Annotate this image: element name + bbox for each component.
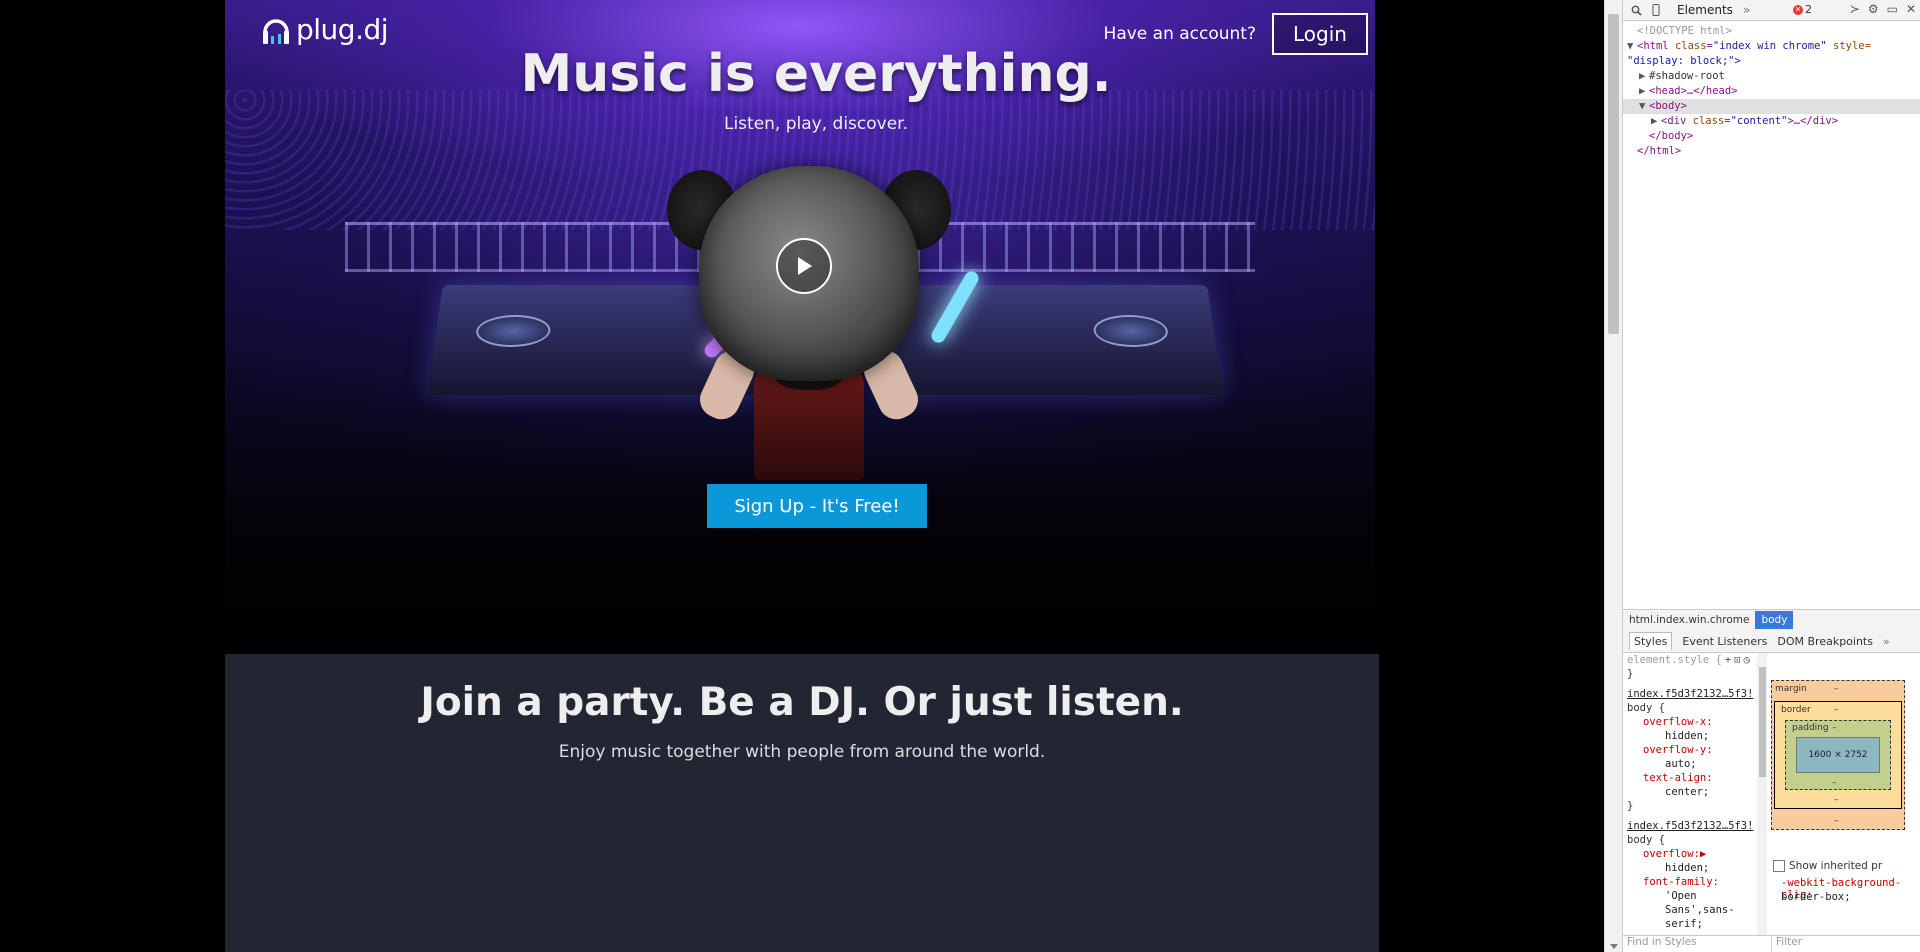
play-video-button[interactable] <box>776 238 832 294</box>
page-scroll-thumb[interactable] <box>1608 14 1619 334</box>
dock-side-icon[interactable]: ▭ <box>1887 2 1898 16</box>
dom-node-body[interactable]: ▼ <body> <box>1623 99 1920 114</box>
devtools-footer: Find in Styles Filter <box>1623 935 1920 952</box>
filter-input[interactable]: Filter <box>1772 936 1802 952</box>
computed-value: border-box; <box>1781 891 1851 903</box>
hero-subtitle: Listen, play, discover. <box>723 114 909 134</box>
css-value-continued: Sans',sans- <box>1665 904 1735 916</box>
css-property[interactable]: overflow-y: <box>1627 743 1761 757</box>
element-style-selector: element.style { <box>1627 654 1722 666</box>
rule-selector: body { <box>1627 834 1665 846</box>
rule-close: } <box>1627 668 1634 680</box>
error-icon: ✕ <box>1793 4 1803 15</box>
expand-triangle-icon[interactable]: ▼ <box>1627 39 1637 54</box>
css-value[interactable]: 'Open <box>1627 889 1761 903</box>
styles-pane[interactable]: element.style { + ⊡ ◷ } index.f5d3f2132…… <box>1623 653 1762 937</box>
show-inherited-toggle[interactable]: Show inherited pr <box>1773 860 1882 872</box>
devtools-panel: Elements » ✕ 2 ≻ ⚙ ▭ ✕ <!DOCTYPE html> ▼… <box>1622 0 1920 952</box>
features-section: Join a party. Be a DJ. Or just listen. E… <box>225 654 1379 952</box>
settings-gear-icon[interactable]: ⚙ <box>1868 2 1879 16</box>
console-drawer-icon[interactable]: ≻ <box>1850 2 1860 16</box>
border-label: border <box>1781 705 1811 715</box>
css-property[interactable]: overflow-x: <box>1627 715 1761 729</box>
content-size: 1600 × 2752 <box>1808 750 1868 760</box>
rule1-props: overflow-x: hidden; overflow-y: auto; te… <box>1627 715 1761 799</box>
avatar-character <box>659 160 959 480</box>
stylesheet-link[interactable]: index.f5d3f2132…5f3! <box>1627 687 1761 701</box>
page-viewport: plug.dj Have an account? Login Music is … <box>0 0 1600 952</box>
css-value-continued: serif; <box>1665 918 1703 930</box>
error-counter[interactable]: ✕ 2 <box>1793 3 1812 16</box>
box-model-border: border – – padding – – 1600 × 2752 <box>1774 701 1902 809</box>
dom-node-div-content[interactable]: ▶ <div class="content">…</div> <box>1623 114 1920 129</box>
show-inherited-checkbox[interactable] <box>1773 860 1785 872</box>
dom-node-html-style[interactable]: "display: block;"> <box>1623 54 1920 69</box>
breadcrumb-html[interactable]: html.index.win.chrome <box>1623 614 1755 626</box>
play-icon <box>798 257 812 275</box>
headphones-logo-icon <box>262 12 290 46</box>
new-style-rule-icon[interactable]: + <box>1725 653 1731 667</box>
dom-tree[interactable]: <!DOCTYPE html> ▼ <html class="index win … <box>1623 24 1920 604</box>
find-in-styles-input[interactable]: Find in Styles <box>1623 936 1772 952</box>
sidebar-tabs: Styles Event Listeners DOM Breakpoints » <box>1623 630 1920 653</box>
breadcrumb: html.index.win.chrome body <box>1623 609 1920 630</box>
tab-styles[interactable]: Styles <box>1629 632 1673 650</box>
rule-close: } <box>1627 800 1634 812</box>
css-value[interactable]: hidden; <box>1627 729 1761 743</box>
css-property[interactable]: text-align: <box>1627 771 1761 785</box>
box-model-content: 1600 × 2752 <box>1796 737 1880 773</box>
scroll-down-arrow-icon[interactable] <box>1610 944 1618 949</box>
turntable-platter <box>1091 315 1170 347</box>
collapsed-triangle-icon[interactable]: ▶ <box>1651 114 1661 129</box>
dom-node-html[interactable]: ▼ <html class="index win chrome" style= <box>1623 39 1920 54</box>
css-property[interactable]: font-family: <box>1627 875 1761 889</box>
styles-scroll-thumb[interactable] <box>1759 667 1766 777</box>
show-inherited-label: Show inherited pr <box>1789 860 1883 872</box>
search-icon[interactable] <box>1629 3 1643 17</box>
dom-node-doctype[interactable]: <!DOCTYPE html> <box>1623 24 1920 39</box>
dom-node-shadow-root[interactable]: ▶ #shadow-root <box>1623 69 1920 84</box>
padding-label: padding <box>1792 723 1829 733</box>
toolbar-right-icons: ≻ ⚙ ▭ ✕ <box>1850 2 1916 16</box>
account-prompt: Have an account? <box>1103 24 1256 44</box>
dom-node-body-close[interactable]: </body> <box>1623 129 1920 144</box>
features-title: Join a party. Be a DJ. Or just listen. <box>420 680 1184 725</box>
tab-elements[interactable]: Elements <box>1677 3 1733 17</box>
device-mode-icon[interactable] <box>1649 3 1663 17</box>
collapsed-triangle-icon[interactable]: ▶ <box>1639 84 1649 99</box>
expand-triangle-icon[interactable]: ▼ <box>1639 99 1649 114</box>
turntable-platter <box>474 315 553 347</box>
dom-node-head[interactable]: ▶ <head>…</head> <box>1623 84 1920 99</box>
css-value[interactable]: auto; <box>1627 757 1761 771</box>
tab-event-listeners[interactable]: Event Listeners <box>1682 635 1767 648</box>
collapsed-triangle-icon[interactable]: ▶ <box>1639 69 1649 84</box>
page-scrollbar[interactable] <box>1604 0 1622 952</box>
animations-icon[interactable]: ◷ <box>1743 653 1749 667</box>
dom-node-html-close[interactable]: </html> <box>1623 144 1920 159</box>
box-model-padding: padding – – 1600 × 2752 <box>1785 720 1891 790</box>
stylesheet-link[interactable]: index.f5d3f2132…5f3! <box>1627 819 1761 833</box>
features-subtitle: Enjoy music together with people from ar… <box>558 742 1046 762</box>
box-model-margin: margin – – border – – padding – – 1600 ×… <box>1771 680 1905 830</box>
margin-label: margin <box>1775 684 1807 694</box>
css-value[interactable]: hidden; <box>1627 861 1761 875</box>
more-tabs-button[interactable]: » <box>1743 3 1750 17</box>
toggle-state-icon[interactable]: ⊡ <box>1734 653 1740 667</box>
styles-scrollbar[interactable] <box>1757 653 1767 937</box>
breadcrumb-body[interactable]: body <box>1755 611 1794 629</box>
more-subtabs-button[interactable]: » <box>1883 635 1890 648</box>
signup-button[interactable]: Sign Up - It's Free! <box>707 484 927 528</box>
devtools-toolbar: Elements » ✕ 2 ≻ ⚙ ▭ ✕ <box>1623 0 1920 21</box>
css-property[interactable]: overflow:▶ <box>1627 847 1761 861</box>
close-icon[interactable]: ✕ <box>1906 2 1916 16</box>
tab-dom-breakpoints[interactable]: DOM Breakpoints <box>1777 635 1873 648</box>
brand-logo[interactable]: plug.dj <box>262 12 389 46</box>
css-value[interactable]: center; <box>1627 785 1761 799</box>
error-count: 2 <box>1805 3 1812 16</box>
rule-selector: body { <box>1627 702 1665 714</box>
box-model-diagram[interactable]: margin – – border – – padding – – 1600 ×… <box>1771 680 1905 830</box>
hero-title: Music is everything. <box>520 44 1112 104</box>
brand-name: plug.dj <box>296 12 389 46</box>
